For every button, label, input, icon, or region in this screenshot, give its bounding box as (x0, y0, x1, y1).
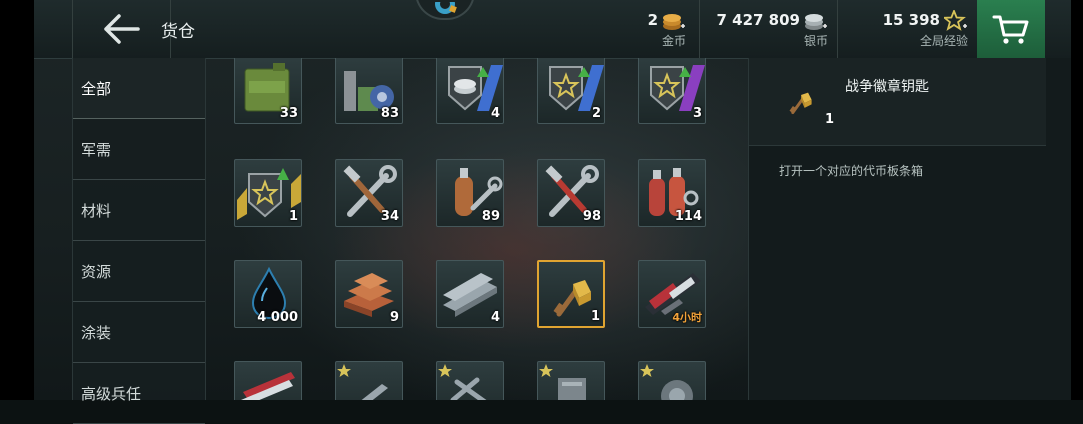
silver-currency[interactable]: 7 427 809 银币 (700, 0, 836, 58)
inventory-grid: 33 83 4 2 3 1 34 89 98 114 4 000 9 4 1 4… (204, 58, 747, 400)
item-detail-panel: 战争徽章钥匙 1 打开一个对应的代币板条箱 (748, 58, 1072, 400)
inventory-item-air-supply[interactable]: 33 (234, 58, 302, 124)
inventory-item-oil[interactable]: 4 000 (234, 260, 302, 328)
category-sidebar: 全部 军需 材料 资源 涂装 高级兵任 (72, 58, 206, 424)
inventory-item-star-badge-blue[interactable]: 2 (537, 58, 605, 124)
inventory-item-star-badge-gold[interactable]: 1 (234, 159, 302, 227)
screen-bezel-right (1071, 0, 1083, 400)
exp-currency[interactable]: 15 398 全局经验 (838, 0, 976, 58)
item-count: 4 (490, 310, 500, 325)
item-timer: 4小时 (672, 311, 702, 324)
item-detail-header: 战争徽章钥匙 1 (749, 58, 1046, 146)
exp-label: 全局经验 (919, 34, 968, 48)
back-button[interactable] (72, 0, 171, 58)
item-count: 83 (380, 106, 399, 121)
inventory-item-equipment[interactable]: 83 (335, 58, 403, 124)
item-name: 战争徽章钥匙 (845, 79, 929, 95)
inventory-item-turret[interactable] (537, 361, 605, 400)
sidebar-item-all[interactable]: 全部 (73, 58, 205, 119)
screen-bezel-left (0, 0, 34, 400)
inventory-item-star-badge-purple[interactable]: 3 (638, 58, 706, 124)
war-badge-key-icon (789, 92, 812, 115)
item-count: 4 000 (257, 310, 298, 325)
logo-badge (415, 0, 475, 20)
turret-star-icon (539, 364, 586, 400)
item-count: 1 (288, 209, 298, 224)
item-count: 33 (279, 106, 298, 121)
inventory-item-repair-kit[interactable]: 34 (335, 159, 403, 227)
inventory-item-gas-repair[interactable]: 89 (436, 159, 504, 227)
item-count: 4 (490, 106, 500, 121)
silver-label: 银币 (803, 34, 828, 48)
torpedo-star-icon (337, 364, 388, 400)
item-quantity: 1 (825, 112, 835, 127)
gold-currency[interactable]: 2 金币 (594, 0, 694, 58)
sidebar-item-resources[interactable]: 资源 (73, 241, 205, 302)
inventory-item-copper[interactable]: 9 (335, 260, 403, 328)
aircraft-star-icon (438, 364, 487, 400)
inventory-item-repair-kit-red[interactable]: 98 (537, 159, 605, 227)
shopping-cart-icon (992, 15, 1029, 44)
inventory-item-camo-pattern[interactable] (234, 361, 302, 400)
item-count: 34 (380, 209, 399, 224)
silver-value: 7 427 809 (716, 11, 800, 29)
item-count: 9 (389, 310, 399, 325)
item-count: 2 (591, 106, 601, 121)
page-title: 货仓 (161, 22, 195, 42)
item-count: 98 (582, 209, 601, 224)
inventory-item-war-badge-key[interactable]: 1 (537, 260, 605, 328)
item-count: 114 (674, 209, 702, 224)
shop-cart-button[interactable] (977, 0, 1045, 58)
back-arrow-icon (103, 14, 140, 44)
gear-emblem-icon (435, 2, 457, 14)
item-count: 1 (590, 309, 600, 324)
camouflage-pattern-icon (241, 372, 295, 400)
item-count: 89 (481, 209, 500, 224)
inventory-item-steel[interactable]: 4 (436, 260, 504, 328)
sidebar-item-materials[interactable]: 材料 (73, 180, 205, 241)
radar-star-icon (640, 364, 693, 400)
gold-value: 2 (647, 11, 658, 29)
inventory-item-camouflage[interactable]: 4小时 (638, 260, 706, 328)
sidebar-item-camouflage[interactable]: 涂装 (73, 302, 205, 363)
inventory-item-aircraft[interactable] (436, 361, 504, 400)
inventory-item-radar[interactable] (638, 361, 706, 400)
inventory-item-gas-cylinders[interactable]: 114 (638, 159, 706, 227)
inventory-item-coin-badge[interactable]: 4 (436, 58, 504, 124)
gold-label: 金币 (661, 34, 686, 48)
sidebar-item-officers[interactable]: 高级兵任 (73, 363, 205, 424)
item-description: 打开一个对应的代币板条箱 (779, 164, 924, 178)
sidebar-item-supplies[interactable]: 军需 (73, 119, 205, 180)
inventory-item-torpedo[interactable] (335, 361, 403, 400)
top-bar: 货仓 2 金币 7 427 809 银币 15 398 全局经验 (34, 0, 1071, 59)
exp-value: 15 398 (882, 11, 940, 29)
item-count: 3 (692, 106, 702, 121)
